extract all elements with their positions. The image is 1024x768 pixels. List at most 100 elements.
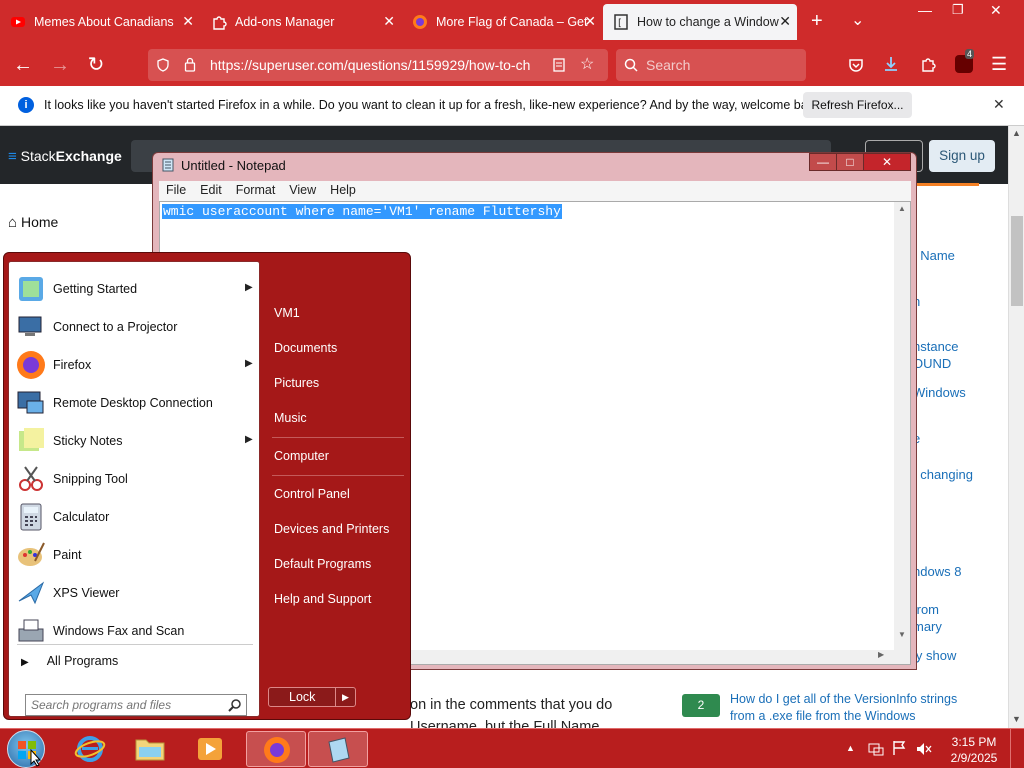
menu-view[interactable]: View: [282, 181, 323, 197]
related-link[interactable]: OUND: [913, 355, 951, 372]
start-search-input[interactable]: [26, 695, 222, 715]
tab-flag[interactable]: More Flag of Canada – Get ✕: [402, 4, 602, 40]
program-snipping-tool[interactable]: Snipping Tool: [9, 460, 259, 498]
menu-icon[interactable]: ☰: [991, 54, 1007, 75]
menu-file[interactable]: File: [159, 181, 193, 197]
start-item-computer[interactable]: Computer: [274, 449, 329, 463]
download-icon[interactable]: [882, 55, 900, 73]
tab-close-icon[interactable]: ✕: [182, 13, 194, 30]
action-center-flag-icon[interactable]: [892, 740, 906, 756]
show-hidden-icons-icon[interactable]: ▲: [846, 743, 855, 753]
program-firefox[interactable]: Firefox ▶: [9, 346, 259, 384]
taskbar-ie[interactable]: [62, 731, 118, 767]
extensions-icon[interactable]: [920, 56, 936, 72]
notification-bar: i It looks like you haven't started Fire…: [0, 86, 1024, 126]
start-search-box[interactable]: [25, 694, 247, 716]
tab-superuser[interactable]: [ How to change a Window ✕: [603, 4, 797, 40]
start-item-pictures[interactable]: Pictures: [274, 376, 319, 390]
ublock-icon[interactable]: 4: [955, 49, 975, 73]
scroll-up-icon[interactable]: ▲: [898, 204, 906, 213]
sidebar-item-home[interactable]: ⌂ Home: [8, 214, 58, 231]
reader-view-icon[interactable]: [552, 58, 566, 72]
program-remote-desktop[interactable]: Remote Desktop Connection: [9, 384, 259, 422]
search-icon: [624, 58, 638, 72]
scroll-down-icon[interactable]: ▼: [898, 630, 906, 639]
tab-close-icon[interactable]: ✕: [779, 13, 791, 30]
related-link[interactable]: Windows: [913, 384, 966, 401]
forward-button[interactable]: →: [47, 52, 73, 78]
program-getting-started[interactable]: Getting Started ▶: [9, 270, 259, 308]
program-sticky-notes[interactable]: Sticky Notes ▶: [9, 422, 259, 460]
menu-format[interactable]: Format: [229, 181, 283, 197]
new-tab-button[interactable]: +: [811, 10, 823, 33]
tab-memes[interactable]: Memes About Canadians ✕: [0, 4, 200, 40]
start-item-default-programs[interactable]: Default Programs: [274, 557, 371, 571]
program-paint[interactable]: Paint: [9, 536, 259, 574]
tab-title: How to change a Window: [637, 15, 779, 29]
related-link[interactable]: mary: [913, 618, 942, 635]
taskbar: ▲ 3:15 PM 2/9/2025: [0, 728, 1024, 768]
lock-options-arrow-icon[interactable]: ▶: [335, 688, 355, 706]
taskbar-explorer[interactable]: [122, 731, 178, 767]
back-button[interactable]: ←: [10, 52, 36, 78]
tab-close-icon[interactable]: ✕: [584, 13, 596, 30]
program-xps-viewer[interactable]: XPS Viewer: [9, 574, 259, 612]
url-bar[interactable]: https://superuser.com/questions/1159929/…: [148, 49, 608, 81]
bookmark-star-icon[interactable]: ☆: [580, 49, 594, 81]
notepad-scrollbar[interactable]: ▲ ▼: [894, 202, 910, 664]
tab-list-button[interactable]: ⌄: [851, 10, 864, 30]
menu-help[interactable]: Help: [323, 181, 363, 197]
stackexchange-logo[interactable]: ≡ StackExchange: [8, 148, 122, 165]
tab-addons[interactable]: Add-ons Manager ✕: [201, 4, 401, 40]
sticky-notes-icon: [19, 428, 44, 451]
program-calculator[interactable]: Calculator: [9, 498, 259, 536]
related-link[interactable]: ndows 8: [913, 563, 961, 580]
paint-icon: [18, 542, 45, 566]
volume-muted-icon[interactable]: [916, 741, 932, 757]
minimize-button[interactable]: —: [918, 2, 932, 18]
lock-button[interactable]: Lock ▶: [268, 687, 356, 707]
nav-bar: ← → ↻ https://superuser.com/questions/11…: [0, 44, 1024, 86]
start-item-devices-printers[interactable]: Devices and Printers: [274, 522, 389, 536]
close-notification-icon[interactable]: ✕: [993, 96, 1005, 113]
search-bar[interactable]: Search: [616, 49, 806, 81]
start-item-vm1[interactable]: VM1: [274, 306, 300, 320]
refresh-firefox-button[interactable]: Refresh Firefox...: [803, 92, 912, 118]
scroll-down-icon[interactable]: ▼: [1012, 714, 1021, 724]
clock[interactable]: 3:15 PM 2/9/2025: [944, 734, 1004, 766]
close-window-button[interactable]: ✕: [990, 2, 1002, 19]
related-link[interactable]: t changing: [913, 466, 973, 483]
menu-edit[interactable]: Edit: [193, 181, 229, 197]
start-item-control-panel[interactable]: Control Panel: [274, 487, 350, 501]
scroll-up-icon[interactable]: ▲: [1012, 128, 1021, 138]
tab-close-icon[interactable]: ✕: [383, 13, 395, 30]
media-player-icon: [198, 738, 222, 760]
pocket-icon[interactable]: [848, 57, 864, 73]
notepad-close-button[interactable]: ✕: [863, 153, 911, 171]
signup-button[interactable]: Sign up: [929, 140, 995, 172]
notepad-minimize-button[interactable]: —: [809, 153, 837, 171]
related-link[interactable]: ly show: [913, 647, 956, 664]
notepad-maximize-button[interactable]: □: [836, 153, 864, 171]
page-scrollbar[interactable]: ▲ ▼: [1008, 126, 1024, 728]
related-question-link[interactable]: from a .exe file from the Windows: [730, 709, 915, 723]
program-connect-projector[interactable]: Connect to a Projector: [9, 308, 259, 346]
related-link[interactable]: t Name: [913, 247, 955, 264]
taskbar-firefox[interactable]: [246, 731, 306, 767]
related-question-link[interactable]: How do I get all of the VersionInfo stri…: [730, 692, 957, 706]
scroll-right-icon[interactable]: ▶: [878, 650, 884, 659]
scrollbar-thumb[interactable]: [1011, 216, 1023, 306]
reload-button[interactable]: ↻: [83, 52, 109, 78]
all-programs-button[interactable]: ▶ All Programs: [21, 654, 118, 668]
search-placeholder: Search: [646, 57, 691, 73]
related-link[interactable]: nstance: [913, 338, 959, 355]
taskbar-notepad[interactable]: [308, 731, 368, 767]
network-icon[interactable]: [868, 741, 884, 757]
show-desktop-button[interactable]: [1010, 729, 1024, 768]
start-item-music[interactable]: Music: [274, 411, 307, 425]
restore-button[interactable]: ❐: [952, 2, 964, 18]
search-icon[interactable]: [228, 698, 242, 712]
start-item-help-support[interactable]: Help and Support: [274, 592, 371, 606]
taskbar-media-player[interactable]: [182, 731, 238, 767]
start-item-documents[interactable]: Documents: [274, 341, 337, 355]
